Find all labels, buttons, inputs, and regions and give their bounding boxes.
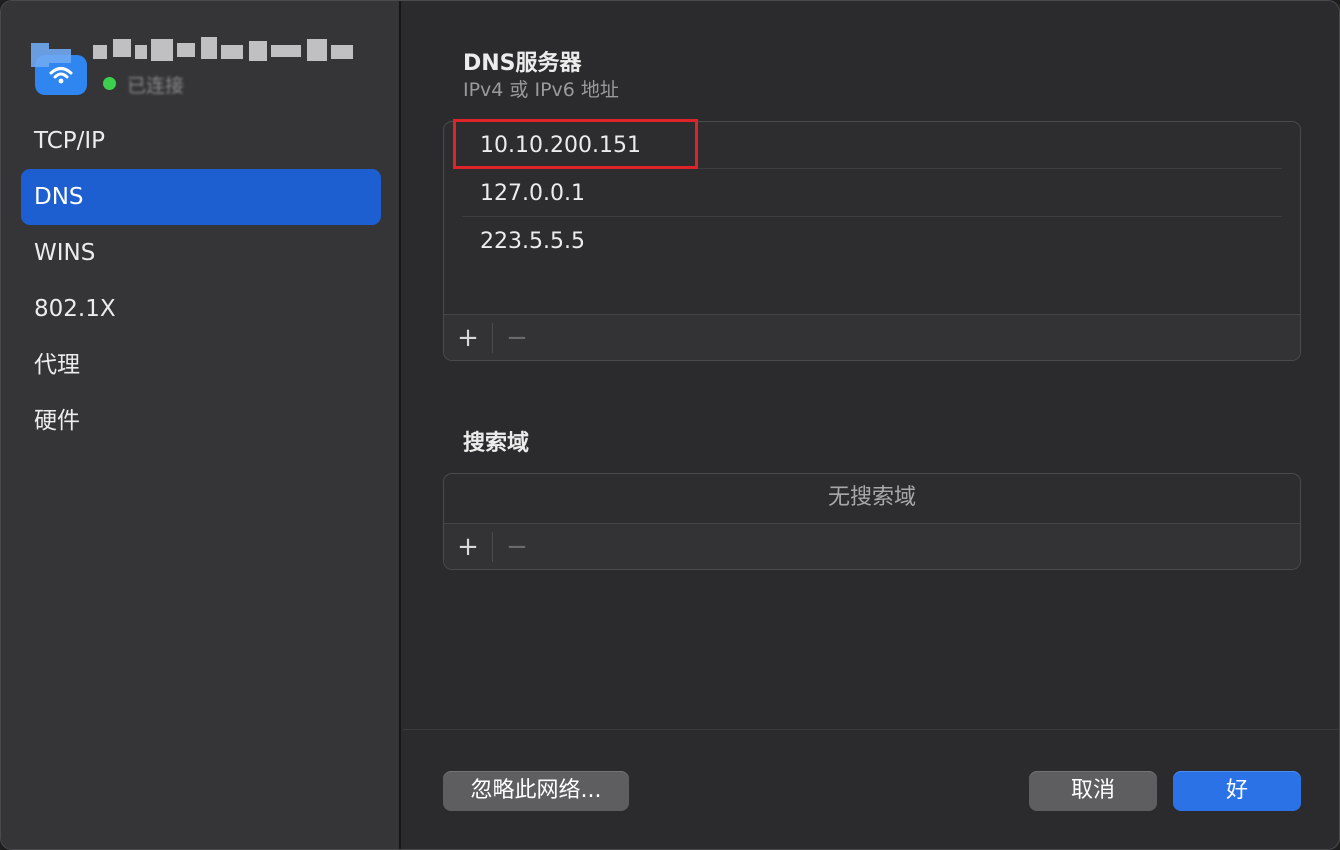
sidebar-item-tcpip[interactable]: TCP/IP (21, 113, 381, 169)
network-header: 已连接 (31, 37, 371, 97)
dns-panel: DNS服务器 IPv4 或 IPv6 地址 10.10.200.151 127.… (403, 1, 1339, 849)
remove-dns-server-button[interactable]: − (493, 315, 541, 360)
add-search-domain-button[interactable]: + (444, 524, 492, 569)
sidebar-item-dns[interactable]: DNS (21, 169, 381, 225)
sidebar-item-8021x[interactable]: 802.1X (21, 281, 381, 337)
ok-button[interactable]: 好 (1173, 771, 1301, 811)
dns-server-row[interactable]: 223.5.5.5 (462, 218, 1282, 266)
row-divider (462, 216, 1282, 217)
search-domain-list: 无搜索域 + − (443, 473, 1301, 570)
forget-network-button[interactable]: 忽略此网络... (443, 771, 629, 811)
sidebar: 已连接 TCP/IP DNS WINS 802.1X 代理 硬件 (1, 1, 401, 849)
dns-list-toolbar: + − (444, 314, 1300, 360)
sidebar-item-wins[interactable]: WINS (21, 225, 381, 281)
highlight-annotation-box (453, 119, 698, 169)
footer-divider (403, 729, 1339, 730)
cancel-button[interactable]: 取消 (1029, 771, 1157, 811)
connected-status-dot (103, 77, 116, 90)
sidebar-item-hardware[interactable]: 硬件 (21, 393, 381, 449)
empty-search-domains-text: 无搜索域 (827, 485, 916, 510)
dns-servers-subtitle: IPv4 或 IPv6 地址 (463, 79, 619, 101)
remove-search-domain-button[interactable]: − (493, 524, 541, 569)
sidebar-item-proxy[interactable]: 代理 (21, 337, 381, 393)
search-domains-title: 搜索域 (463, 431, 530, 456)
add-dns-server-button[interactable]: + (444, 315, 492, 360)
network-details-dialog: 已连接 TCP/IP DNS WINS 802.1X 代理 硬件 DNS服务器 … (0, 0, 1340, 850)
dns-servers-title: DNS服务器 (463, 51, 582, 76)
dns-server-row[interactable]: 127.0.0.1 (462, 170, 1282, 218)
search-domain-toolbar: + − (444, 523, 1300, 569)
connection-status: 已连接 (127, 75, 185, 97)
sidebar-nav: TCP/IP DNS WINS 802.1X 代理 硬件 (21, 113, 381, 449)
